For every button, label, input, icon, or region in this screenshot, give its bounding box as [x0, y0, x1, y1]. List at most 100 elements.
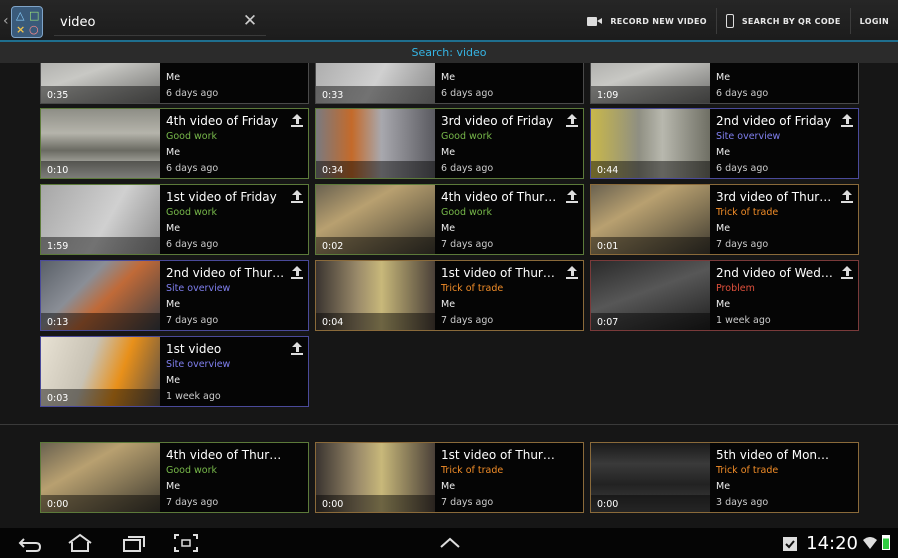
video-title: 3rd video of Thursday — [716, 190, 836, 204]
duration: 0:10 — [47, 165, 69, 176]
video-title: 4th video of Thursday — [166, 448, 286, 462]
search-header: Search: video — [0, 42, 898, 63]
login-label: LOGIN — [859, 16, 889, 26]
upload-icon[interactable] — [291, 114, 303, 128]
video-card[interactable]: 0:33 Me 6 days ago — [315, 63, 584, 104]
video-category: Good work — [166, 207, 218, 218]
search-by-qr-code-label: SEARCH BY QR CODE — [741, 16, 841, 26]
video-title: 4th video of Friday — [166, 114, 279, 128]
video-category: Good work — [166, 465, 218, 476]
video-owner: Me — [441, 223, 456, 234]
video-owner: Me — [441, 72, 456, 83]
home-icon[interactable] — [66, 533, 94, 553]
record-new-video-button[interactable]: RECORD NEW VIDEO — [578, 0, 716, 42]
video-age: 7 days ago — [441, 315, 494, 326]
video-thumbnail: 0:02 — [316, 185, 435, 254]
video-owner: Me — [716, 147, 731, 158]
video-category: Good work — [166, 131, 218, 142]
video-owner: Me — [716, 299, 731, 310]
video-card[interactable]: 0:01 3rd video of Thursday Trick of trad… — [590, 184, 859, 255]
video-thumbnail: 0:03 — [41, 337, 160, 406]
square-icon: □ — [29, 9, 40, 22]
upload-icon[interactable] — [291, 342, 303, 356]
chevron-up-icon[interactable] — [438, 533, 462, 553]
search-by-qr-code-button[interactable]: SEARCH BY QR CODE — [717, 0, 850, 42]
upload-icon[interactable] — [566, 190, 578, 204]
upload-icon[interactable] — [841, 190, 853, 204]
video-thumbnail: 0:00 — [316, 443, 435, 512]
video-title: 1st video of Friday — [166, 190, 277, 204]
upload-icon[interactable] — [291, 266, 303, 280]
video-age: 7 days ago — [441, 239, 494, 250]
clear-search-icon[interactable]: ✕ — [240, 10, 260, 32]
video-title: 3rd video of Friday — [441, 114, 554, 128]
video-category: Trick of trade — [716, 207, 779, 218]
duration: 0:00 — [322, 499, 344, 510]
duration: 0:03 — [47, 393, 69, 404]
video-thumbnail: 0:13 — [41, 261, 160, 330]
video-card[interactable]: 0:13 2nd video of Thursd... Site overvie… — [40, 260, 309, 331]
video-card[interactable]: 0:07 2nd video of Wedne... Problem Me 1 … — [590, 260, 859, 331]
back-icon[interactable] — [18, 533, 42, 553]
video-category: Trick of trade — [441, 283, 504, 294]
duration: 0:44 — [597, 165, 619, 176]
recent-video-card[interactable]: 0:00 4th video of Thursday Good work Me … — [40, 442, 309, 513]
video-thumbnail: 0:33 — [316, 63, 435, 103]
video-owner: Me — [441, 147, 456, 158]
video-age: 1 week ago — [166, 391, 221, 402]
recent-video-card[interactable]: 0:00 5th video of Monday Trick of trade … — [590, 442, 859, 513]
video-card[interactable]: 1:09 Me 6 days ago — [590, 63, 859, 104]
video-thumbnail: 0:04 — [316, 261, 435, 330]
duration: 0:13 — [47, 317, 69, 328]
video-card[interactable]: 0:10 4th video of Friday Good work Me 6 … — [40, 108, 309, 179]
video-card[interactable]: 0:02 4th video of Thursday Good work Me … — [315, 184, 584, 255]
duration: 0:00 — [47, 499, 69, 510]
upload-icon[interactable] — [841, 266, 853, 280]
video-thumbnail: 0:01 — [591, 185, 710, 254]
video-category: Good work — [441, 131, 493, 142]
up-caret-icon[interactable]: ‹ — [3, 13, 9, 29]
video-age: 3 days ago — [716, 497, 769, 508]
video-card[interactable]: 0:44 2nd video of Friday Site overview M… — [590, 108, 859, 179]
video-grid: 0:35 Me 6 days ago 0:33 Me 6 days ago 1:… — [0, 63, 898, 528]
app-root: ‹ △ □ × ○ ✕ RECORD NEW VIDEO SEARCH BY Q… — [0, 0, 898, 558]
video-category: Trick of trade — [441, 465, 504, 476]
screenshot-icon[interactable] — [173, 533, 199, 553]
recent-apps-icon[interactable] — [120, 533, 146, 553]
battery-icon — [882, 535, 890, 550]
duration: 1:59 — [47, 241, 69, 252]
search-input[interactable] — [60, 12, 230, 32]
video-age: 6 days ago — [441, 163, 494, 174]
video-thumbnail: 0:34 — [316, 109, 435, 178]
video-title: 1st video — [166, 342, 222, 356]
login-button[interactable]: LOGIN — [851, 0, 898, 42]
video-card[interactable]: 0:34 3rd video of Friday Good work Me 6 … — [315, 108, 584, 179]
record-new-video-label: RECORD NEW VIDEO — [610, 16, 707, 26]
video-card[interactable]: 0:35 Me 6 days ago — [40, 63, 309, 104]
upload-icon[interactable] — [291, 190, 303, 204]
app-logo[interactable]: △ □ × ○ — [11, 6, 43, 38]
video-thumbnail: 1:59 — [41, 185, 160, 254]
video-thumbnail: 0:00 — [591, 443, 710, 512]
video-owner: Me — [441, 299, 456, 310]
upload-icon[interactable] — [841, 114, 853, 128]
system-navigation-bar: 14:20 — [0, 528, 898, 558]
video-age: 6 days ago — [166, 88, 219, 99]
video-card[interactable]: 0:03 1st video Site overview Me 1 week a… — [40, 336, 309, 407]
action-bar: ‹ △ □ × ○ ✕ RECORD NEW VIDEO SEARCH BY Q… — [0, 0, 898, 42]
duration: 0:02 — [322, 241, 344, 252]
video-category: Site overview — [166, 359, 231, 370]
duration: 0:07 — [597, 317, 619, 328]
duration: 0:33 — [322, 90, 344, 101]
video-age: 7 days ago — [716, 239, 769, 250]
video-age: 7 days ago — [166, 315, 219, 326]
upload-icon[interactable] — [566, 266, 578, 280]
upload-icon[interactable] — [566, 114, 578, 128]
section-divider — [0, 424, 898, 425]
video-card[interactable]: 1:59 1st video of Friday Good work Me 6 … — [40, 184, 309, 255]
video-owner: Me — [166, 299, 181, 310]
video-age: 7 days ago — [166, 497, 219, 508]
recent-video-card[interactable]: 0:00 1st video of Thursday Trick of trad… — [315, 442, 584, 513]
video-card[interactable]: 0:04 1st video of Thursday Trick of trad… — [315, 260, 584, 331]
video-thumbnail: 0:35 — [41, 63, 160, 103]
